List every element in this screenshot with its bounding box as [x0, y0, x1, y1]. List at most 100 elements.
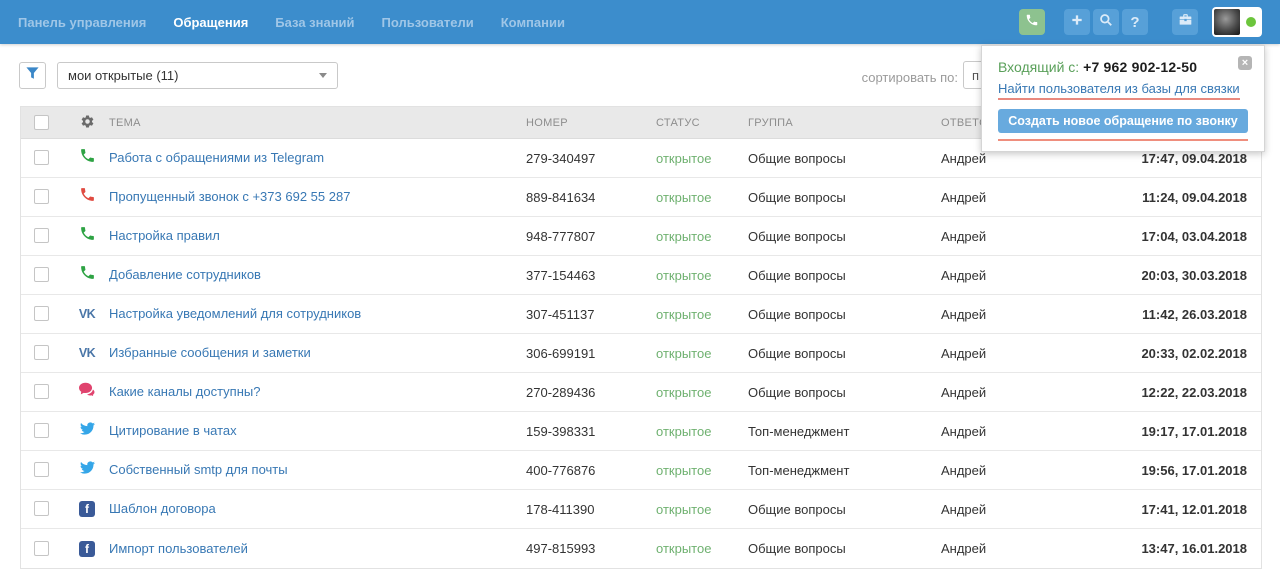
table-row: f Шаблон договора 178-411390 открытое Об… [21, 490, 1261, 529]
filter-icon [26, 67, 39, 85]
tickets-page: Панель управления Обращения База знаний Пол… [0, 0, 1280, 585]
filter-button[interactable] [19, 62, 46, 89]
row-checkbox[interactable] [34, 228, 49, 243]
add-ticket-button[interactable] [1064, 9, 1090, 35]
nav-item-tickets[interactable]: Обращения [173, 15, 248, 30]
call-missed-icon [79, 186, 96, 208]
row-checkbox[interactable] [34, 501, 49, 516]
services-button[interactable] [1172, 9, 1198, 35]
header-topic[interactable]: ТЕМА [105, 117, 526, 129]
ticket-number: 178-411390 [526, 502, 656, 517]
ticket-status: открытое [656, 502, 748, 517]
vk-icon: VK [79, 305, 95, 323]
facebook-icon: f [79, 500, 95, 518]
ticket-status: открытое [656, 307, 748, 322]
filter-preset-select[interactable]: мои открытые (11) [57, 62, 338, 89]
table-row: f Импорт пользователей 497-815993 открыт… [21, 529, 1261, 568]
row-checkbox[interactable] [34, 189, 49, 204]
table-row: Собственный smtp для почты 400-776876 от… [21, 451, 1261, 490]
call-incoming-icon [79, 264, 96, 286]
header-number[interactable]: НОМЕР [526, 117, 656, 129]
row-checkbox[interactable] [34, 541, 49, 556]
ticket-topic-link[interactable]: Импорт пользователей [109, 541, 248, 556]
table-row: Какие каналы доступны? 270-289436 открыт… [21, 373, 1261, 412]
row-checkbox[interactable] [34, 462, 49, 477]
ticket-number: 270-289436 [526, 385, 656, 400]
sort-label: сортировать по: [862, 70, 958, 85]
ticket-group: Общие вопросы [748, 385, 941, 400]
ticket-topic-link[interactable]: Пропущенный звонок с +373 692 55 287 [109, 189, 350, 204]
ticket-topic-link[interactable]: Собственный smtp для почты [109, 462, 288, 477]
ticket-topic-link[interactable]: Настройка уведомлений для сотрудников [109, 306, 361, 321]
select-all-checkbox[interactable] [34, 115, 49, 130]
ticket-topic-link[interactable]: Какие каналы доступны? [109, 384, 260, 399]
header-status[interactable]: СТАТУС [656, 117, 748, 129]
ticket-status: открытое [656, 151, 748, 166]
ticket-group: Общие вопросы [748, 229, 941, 244]
row-checkbox[interactable] [34, 384, 49, 399]
ticket-topic-link[interactable]: Цитирование в чатах [109, 423, 237, 438]
close-icon[interactable]: × [1238, 56, 1252, 70]
nav-item-knowledge-base[interactable]: База знаний [275, 15, 354, 30]
ticket-assignee: Андрей [941, 190, 1111, 205]
column-settings[interactable] [69, 114, 105, 132]
row-checkbox[interactable] [34, 345, 49, 360]
twitter-icon [79, 460, 96, 480]
select-all-cell [21, 115, 69, 130]
ticket-status: открытое [656, 190, 748, 205]
table-row: Цитирование в чатах 159-398331 открытое … [21, 412, 1261, 451]
table-row: Настройка правил 948-777807 открытое Общ… [21, 217, 1261, 256]
search-button[interactable] [1093, 9, 1119, 35]
create-ticket-button-wrap: Создать новое обращение по звонку [998, 109, 1248, 141]
ticket-date: 17:04, 03.04.2018 [1111, 229, 1261, 244]
ticket-number: 307-451137 [526, 307, 656, 322]
ticket-assignee: Андрей [941, 424, 1111, 439]
facebook-icon: f [79, 540, 95, 558]
ticket-topic-link[interactable]: Настройка правил [109, 228, 220, 243]
row-checkbox-cell [21, 500, 69, 518]
ticket-group: Общие вопросы [748, 502, 941, 517]
row-checkbox[interactable] [34, 267, 49, 282]
ticket-assignee: Андрей [941, 268, 1111, 283]
question-icon: ? [1130, 14, 1139, 31]
ticket-date: 19:17, 17.01.2018 [1111, 424, 1261, 439]
call-incoming-icon [79, 225, 96, 247]
nav-item-companies[interactable]: Компании [501, 15, 565, 30]
row-checkbox[interactable] [34, 423, 49, 438]
ticket-number: 306-699191 [526, 346, 656, 361]
incoming-label: Входящий с: [998, 59, 1079, 75]
ticket-status: открытое [656, 385, 748, 400]
row-checkbox-cell [21, 540, 69, 558]
ticket-number: 279-340497 [526, 151, 656, 166]
row-checkbox-cell [21, 461, 69, 479]
main-nav-items: Панель управления Обращения База знаний Пол… [18, 15, 565, 30]
ticket-topic-link[interactable]: Добавление сотрудников [109, 267, 261, 282]
row-checkbox[interactable] [34, 150, 49, 165]
ticket-topic-link[interactable]: Работа с обращениями из Telegram [109, 150, 324, 165]
ticket-group: Топ-менеджмент [748, 463, 941, 478]
nav-item-dashboard[interactable]: Панель управления [18, 15, 146, 30]
top-navbar: Панель управления Обращения База знаний Пол… [0, 0, 1280, 44]
user-menu[interactable] [1212, 7, 1262, 37]
briefcase-icon [1178, 13, 1193, 32]
header-group[interactable]: ГРУППА [748, 117, 941, 129]
row-checkbox-cell [21, 422, 69, 440]
ticket-group: Общие вопросы [748, 268, 941, 283]
ticket-number: 400-776876 [526, 463, 656, 478]
help-button[interactable]: ? [1122, 9, 1148, 35]
row-checkbox[interactable] [34, 306, 49, 321]
find-user-link[interactable]: Найти пользователя из базы для связки [998, 81, 1240, 100]
ticket-assignee: Андрей [941, 463, 1111, 478]
ticket-topic-link[interactable]: Избранные сообщения и заметки [109, 345, 311, 360]
gear-icon [80, 114, 95, 132]
phone-call-button[interactable] [1019, 9, 1045, 35]
create-ticket-by-call-button[interactable]: Создать новое обращение по звонку [998, 109, 1248, 133]
ticket-assignee: Андрей [941, 346, 1111, 361]
nav-item-users[interactable]: Пользователи [382, 15, 474, 30]
ticket-status: открытое [656, 346, 748, 361]
ticket-topic-link[interactable]: Шаблон договора [109, 501, 216, 516]
ticket-group: Топ-менеджмент [748, 424, 941, 439]
twitter-icon [79, 421, 96, 441]
row-checkbox-cell [21, 149, 69, 167]
row-checkbox-cell [21, 344, 69, 362]
